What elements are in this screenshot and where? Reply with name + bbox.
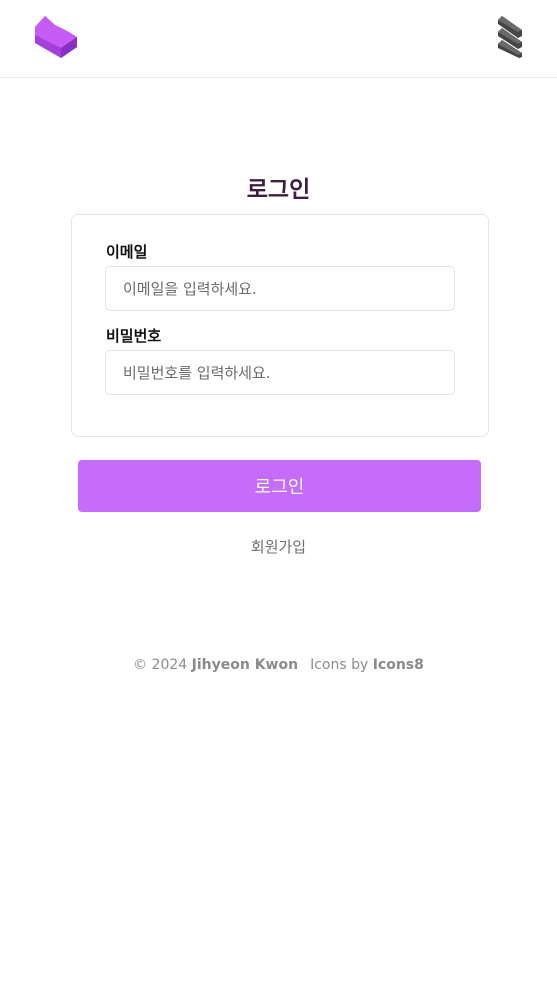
menu-icon[interactable] [494,14,524,58]
login-button[interactable]: 로그인 [78,460,481,512]
heart-logo-icon[interactable] [33,13,79,59]
email-field[interactable] [105,266,455,311]
header [0,0,557,78]
footer: © 2024 Jihyeon Kwon Icons by Icons8 [0,657,557,673]
signup-link[interactable]: 회원가입 [0,536,557,557]
copyright-text: © 2024 [133,657,188,673]
login-form-card: 이메일 비밀번호 [71,214,489,437]
email-label: 이메일 [106,243,148,261]
password-label: 비밀번호 [106,327,162,345]
page-title: 로그인 [246,177,311,203]
author-name: Jihyeon Kwon [191,657,299,673]
password-field[interactable] [105,350,455,395]
icons8-label: Icons8 [372,657,424,673]
icons8-link[interactable]: Icons8 [373,657,424,673]
icons-credit-prefix: Icons by [310,657,369,673]
